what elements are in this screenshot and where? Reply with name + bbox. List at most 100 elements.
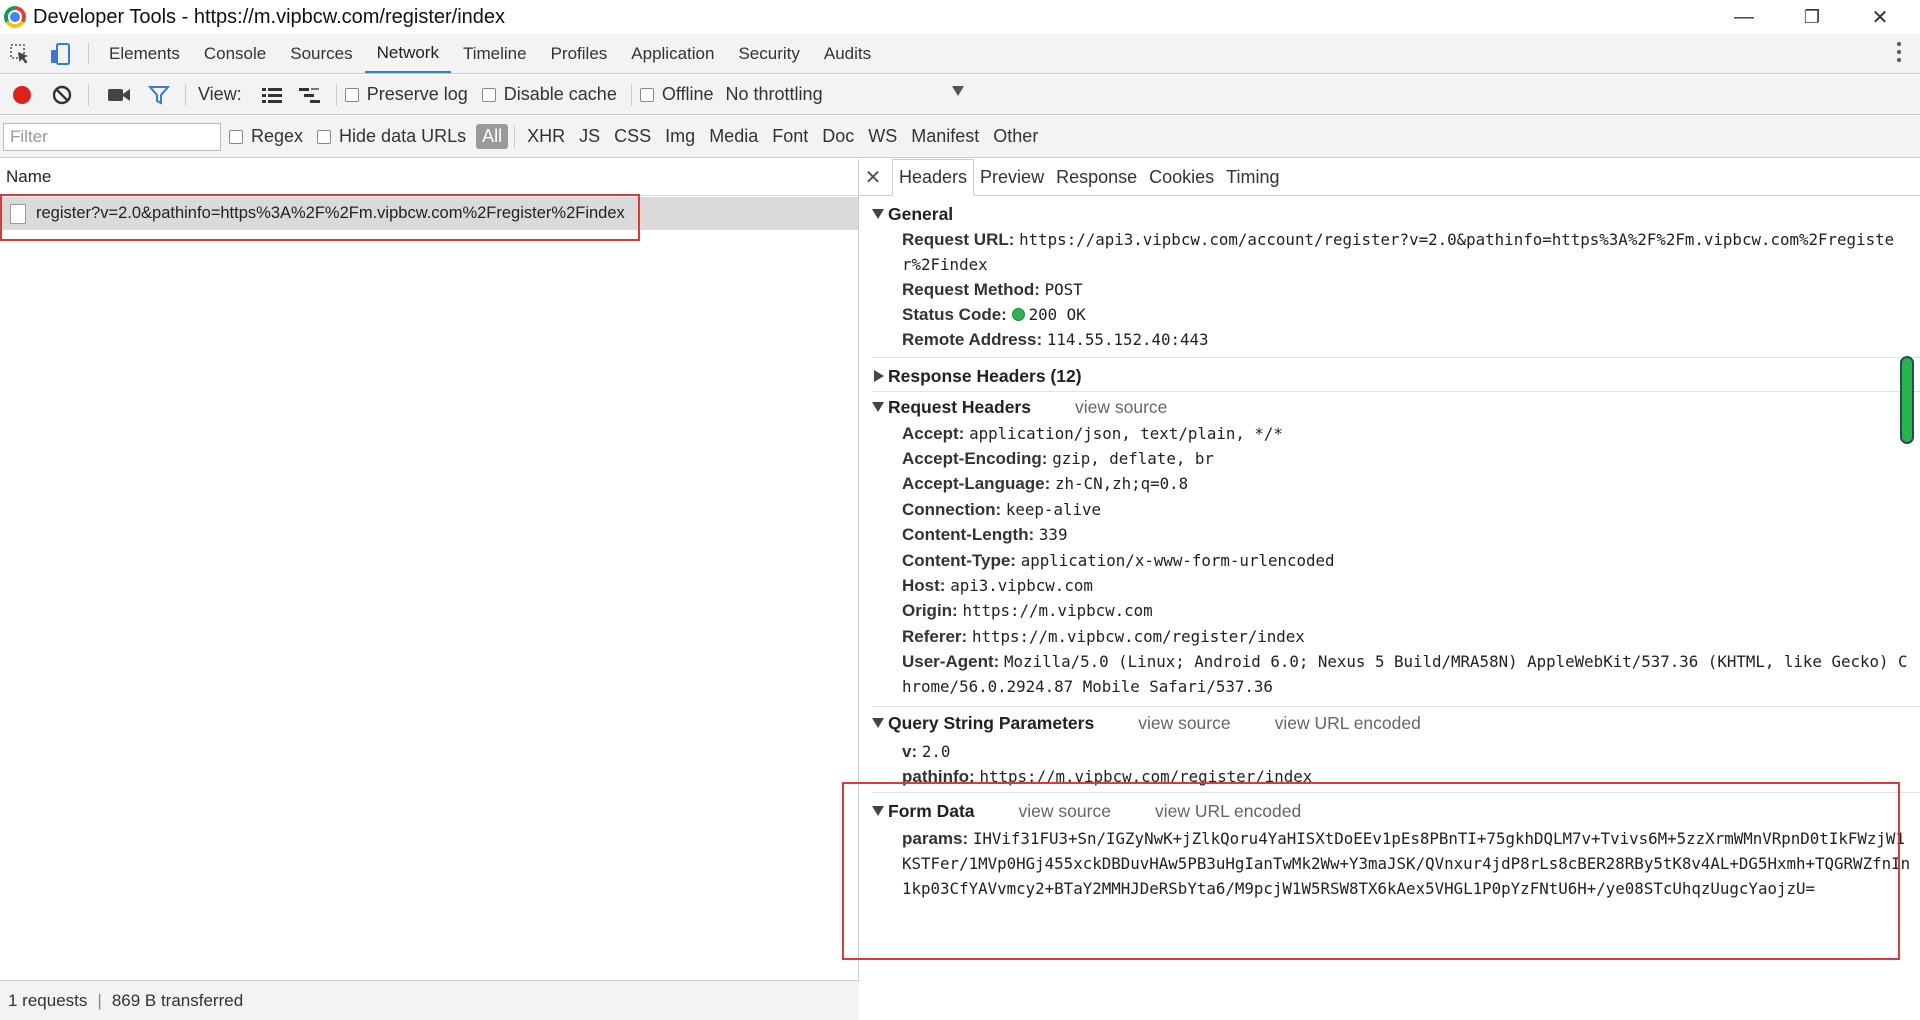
highlight-box xyxy=(842,782,1900,960)
request-detail-pane: ✕ Headers Preview Response Cookies Timin… xyxy=(842,159,1920,1020)
request-url-value: https://api3.vipbcw.com/account/register… xyxy=(902,230,1895,274)
record-button[interactable] xyxy=(4,80,40,110)
checkbox-box[interactable] xyxy=(344,87,359,102)
devtools-tab-bar: Elements Console Sources Network Timelin… xyxy=(0,34,1920,74)
tab-profiles[interactable]: Profiles xyxy=(539,34,620,73)
header-value: gzip, deflate, br xyxy=(1052,449,1214,468)
tab-cookies[interactable]: Cookies xyxy=(1143,159,1220,195)
query-params-section: Query String Parameters view source view U… xyxy=(860,711,1920,735)
checkbox-box[interactable] xyxy=(317,129,332,144)
close-window-button[interactable]: ✕ xyxy=(1846,0,1914,34)
inspect-element-button[interactable] xyxy=(0,34,40,73)
type-filter-manifest[interactable]: Manifest xyxy=(905,124,985,149)
view-source-link[interactable]: view source xyxy=(1075,397,1167,418)
detail-tab-bar: ✕ Headers Preview Response Cookies Timin… xyxy=(860,159,1920,196)
checkbox-box[interactable] xyxy=(639,87,654,102)
remote-address-line: Remote Address: 114.55.152.40:443 xyxy=(902,327,1912,352)
type-filter-doc[interactable]: Doc xyxy=(816,124,860,149)
request-method-line: Request Method: POST xyxy=(902,277,1912,302)
tab-response[interactable]: Response xyxy=(1050,159,1143,195)
tab-application[interactable]: Application xyxy=(619,34,726,73)
tab-headers[interactable]: Headers xyxy=(892,159,975,196)
minimize-button[interactable]: — xyxy=(1710,0,1778,34)
hide-data-urls-checkbox[interactable]: Hide data URLs xyxy=(317,126,466,147)
header-accept-encoding: Accept-Encoding: gzip, deflate, br xyxy=(902,446,1912,471)
header-connection: Connection: keep-alive xyxy=(902,497,1912,522)
type-filter-all[interactable]: All xyxy=(476,124,509,149)
restore-button[interactable]: ❐ xyxy=(1778,0,1846,34)
chevron-down-icon[interactable] xyxy=(952,86,964,96)
offline-checkbox[interactable]: Offline xyxy=(639,84,714,105)
tab-sources[interactable]: Sources xyxy=(278,34,364,73)
header-value: https://m.vipbcw.com xyxy=(962,601,1153,620)
record-icon xyxy=(13,85,31,104)
section-divider xyxy=(872,706,1920,707)
disable-cache-checkbox[interactable]: Disable cache xyxy=(481,84,617,105)
type-filter-other[interactable]: Other xyxy=(987,124,1044,149)
header-key: Request Method: xyxy=(902,280,1040,299)
triangle-down-icon xyxy=(872,718,884,728)
header-key: User-Agent: xyxy=(902,652,1000,671)
throttling-select[interactable]: No throttling xyxy=(726,84,823,105)
tab-elements[interactable]: Elements xyxy=(97,34,192,73)
type-filter-xhr[interactable]: XHR xyxy=(521,124,571,149)
query-params-toggle[interactable]: Query String Parameters view source view U… xyxy=(860,711,1920,735)
tab-network[interactable]: Network xyxy=(364,34,451,73)
response-headers-toggle[interactable]: Response Headers (12) xyxy=(860,364,1920,388)
disable-cache-label: Disable cache xyxy=(503,84,617,104)
device-mode-button[interactable] xyxy=(40,34,80,73)
device-toggle-icon xyxy=(51,42,70,65)
request-headers-toggle[interactable]: Request Headers view source xyxy=(860,395,1920,419)
type-filter-css[interactable]: CSS xyxy=(608,124,657,149)
tab-console[interactable]: Console xyxy=(192,34,278,73)
tab-timing[interactable]: Timing xyxy=(1220,159,1285,195)
type-filter-js[interactable]: JS xyxy=(573,124,606,149)
more-options-icon[interactable] xyxy=(1896,42,1902,66)
header-origin: Origin: https://m.vipbcw.com xyxy=(902,598,1912,623)
clear-button[interactable] xyxy=(44,80,80,110)
general-toggle[interactable]: General xyxy=(860,202,1920,226)
status-ok-icon xyxy=(1011,308,1025,321)
filter-input[interactable] xyxy=(3,122,221,151)
request-headers-title: Request Headers xyxy=(888,396,1031,417)
header-content-length: Content-Length: 339 xyxy=(902,522,1912,547)
filter-toggle-button[interactable] xyxy=(141,80,177,110)
offline-label: Offline xyxy=(661,84,714,104)
type-filter-font[interactable]: Font xyxy=(766,124,814,149)
toolbar-divider xyxy=(514,125,516,148)
tab-audits[interactable]: Audits xyxy=(812,34,883,73)
type-filter-img[interactable]: Img xyxy=(659,124,701,149)
view-url-encoded-link[interactable]: view URL encoded xyxy=(1275,713,1421,734)
type-filter-media[interactable]: Media xyxy=(703,124,764,149)
name-column-header[interactable]: Name xyxy=(0,159,858,196)
view-source-link[interactable]: view source xyxy=(1138,713,1230,734)
regex-checkbox[interactable]: Regex xyxy=(229,126,303,147)
status-code-line: Status Code: 200 OK xyxy=(902,302,1912,327)
checkbox-box[interactable] xyxy=(481,87,496,102)
header-value: application/x-www-form-urlencoded xyxy=(1020,551,1335,570)
capture-screenshots-button[interactable] xyxy=(101,80,137,110)
header-value: https://m.vipbcw.com/register/index xyxy=(971,627,1305,646)
status-code-value: 200 OK xyxy=(1028,305,1086,324)
tab-security[interactable]: Security xyxy=(726,34,811,73)
overview-button[interactable] xyxy=(292,80,328,110)
hide-data-urls-label: Hide data URLs xyxy=(339,126,467,146)
inspect-cursor-icon xyxy=(10,43,28,63)
header-key: Remote Address: xyxy=(902,330,1043,349)
tab-timeline[interactable]: Timeline xyxy=(451,34,539,73)
header-key: Request URL: xyxy=(902,230,1015,249)
scrollbar-thumb[interactable] xyxy=(1900,356,1914,444)
large-rows-button[interactable] xyxy=(254,80,290,110)
type-filter-ws[interactable]: WS xyxy=(862,124,903,149)
close-icon[interactable]: ✕ xyxy=(860,159,886,195)
regex-label: Regex xyxy=(251,126,304,146)
toolbar-divider xyxy=(88,83,89,106)
toolbar-divider xyxy=(630,83,632,106)
header-key: Host: xyxy=(902,576,946,595)
header-value: keep-alive xyxy=(1005,500,1101,519)
preserve-log-checkbox[interactable]: Preserve log xyxy=(344,84,468,105)
header-key: Referer: xyxy=(902,627,968,646)
request-url-line: Request URL: https://api3.vipbcw.com/acc… xyxy=(902,227,1912,277)
checkbox-box[interactable] xyxy=(229,129,243,144)
tab-preview[interactable]: Preview xyxy=(974,159,1050,195)
